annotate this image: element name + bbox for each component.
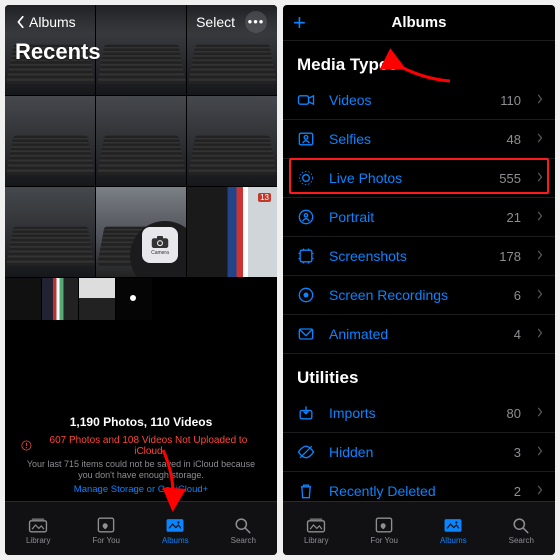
- utilities-list: Imports 80 Hidden 3 Recently Deleted 2: [283, 394, 555, 501]
- row-screenshots[interactable]: Screenshots 178: [283, 237, 555, 276]
- trash-icon: [295, 480, 317, 501]
- tab-for-you[interactable]: For You: [92, 515, 120, 545]
- selfies-icon: [295, 128, 317, 150]
- section-header-utilities: Utilities: [283, 354, 555, 394]
- photo-thumbnail[interactable]: [42, 278, 78, 320]
- row-videos[interactable]: Videos 110: [283, 81, 555, 120]
- icloud-warning: 607 Photos and 108 Videos Not Uploaded t…: [21, 435, 261, 457]
- chevron-right-icon: [537, 169, 543, 187]
- nav-bar: Albums Select •••: [5, 5, 277, 37]
- hidden-icon: [295, 441, 317, 463]
- chevron-right-icon: [537, 247, 543, 265]
- row-portrait[interactable]: Portrait 21: [283, 198, 555, 237]
- animated-icon: [295, 323, 317, 345]
- warning-detail: you don't have enough storage.: [78, 470, 204, 482]
- screen-recordings-icon: [295, 284, 317, 306]
- photo-video-count: 1,190 Photos, 110 Videos: [70, 415, 213, 429]
- photo-thumbnail[interactable]: [79, 278, 115, 320]
- chevron-right-icon: [537, 130, 543, 148]
- right-screenshot: + Albums Media Types Videos 110 Selfies …: [283, 5, 555, 555]
- nav-bar: + Albums: [283, 5, 555, 41]
- photo-thumbnail[interactable]: [116, 278, 152, 320]
- chevron-right-icon: [537, 443, 543, 461]
- summary-section: 1,190 Photos, 110 Videos 607 Photos and …: [5, 320, 277, 501]
- tab-albums[interactable]: Albums: [440, 515, 467, 545]
- chevron-right-icon: [537, 325, 543, 343]
- page-title: Albums: [391, 14, 446, 31]
- portrait-icon: [295, 206, 317, 228]
- chevron-right-icon: [537, 208, 543, 226]
- page-title: Recents: [15, 39, 101, 65]
- section-header-media-types: Media Types: [283, 41, 555, 81]
- back-button[interactable]: Albums: [15, 14, 76, 30]
- chevron-right-icon: [537, 286, 543, 304]
- warning-icon: [21, 440, 32, 451]
- row-screen-recordings[interactable]: Screen Recordings 6: [283, 276, 555, 315]
- imports-icon: [295, 402, 317, 424]
- row-hidden[interactable]: Hidden 3: [283, 433, 555, 472]
- left-screenshot: Albums Select ••• Recents Camera 13 1,1: [5, 5, 277, 555]
- tab-bar: Library For You Albums Search: [283, 501, 555, 555]
- tab-library[interactable]: Library: [304, 515, 328, 545]
- photo-thumbnail[interactable]: Camera: [96, 187, 186, 277]
- tab-search[interactable]: Search: [231, 515, 256, 545]
- tab-for-you[interactable]: For You: [370, 515, 398, 545]
- photo-thumbnail[interactable]: [96, 96, 186, 186]
- tab-library[interactable]: Library: [26, 515, 50, 545]
- row-live-photos[interactable]: Live Photos 555: [283, 159, 555, 198]
- media-types-list: Videos 110 Selfies 48 Live Photos 555 Po…: [283, 81, 555, 354]
- chevron-right-icon: [537, 404, 543, 422]
- chevron-right-icon: [537, 91, 543, 109]
- row-recently-deleted[interactable]: Recently Deleted 2: [283, 472, 555, 501]
- row-selfies[interactable]: Selfies 48: [283, 120, 555, 159]
- select-button[interactable]: Select: [196, 14, 235, 30]
- photo-thumbnail[interactable]: 13: [187, 187, 277, 277]
- tab-albums[interactable]: Albums: [162, 515, 189, 545]
- photo-thumbnail[interactable]: [5, 96, 95, 186]
- row-imports[interactable]: Imports 80: [283, 394, 555, 433]
- more-button[interactable]: •••: [245, 11, 267, 33]
- photo-thumbnail[interactable]: [187, 96, 277, 186]
- camera-app-icon: Camera: [142, 227, 178, 263]
- thumbnail-strip: [5, 277, 277, 320]
- tab-bar: Library For You Albums Search: [5, 501, 277, 555]
- back-label: Albums: [29, 14, 76, 30]
- warning-detail: Your last 715 items could not be saved i…: [27, 459, 255, 471]
- screenshots-icon: [295, 245, 317, 267]
- row-animated[interactable]: Animated 4: [283, 315, 555, 354]
- manage-storage-link[interactable]: Manage Storage or Get iCloud+: [74, 484, 208, 495]
- tab-search[interactable]: Search: [509, 515, 534, 545]
- photo-thumbnail[interactable]: [5, 278, 41, 320]
- add-album-button[interactable]: +: [293, 12, 306, 34]
- live-photos-icon: [295, 167, 317, 189]
- photo-thumbnail[interactable]: [5, 187, 95, 277]
- video-icon: [295, 89, 317, 111]
- chevron-right-icon: [537, 482, 543, 500]
